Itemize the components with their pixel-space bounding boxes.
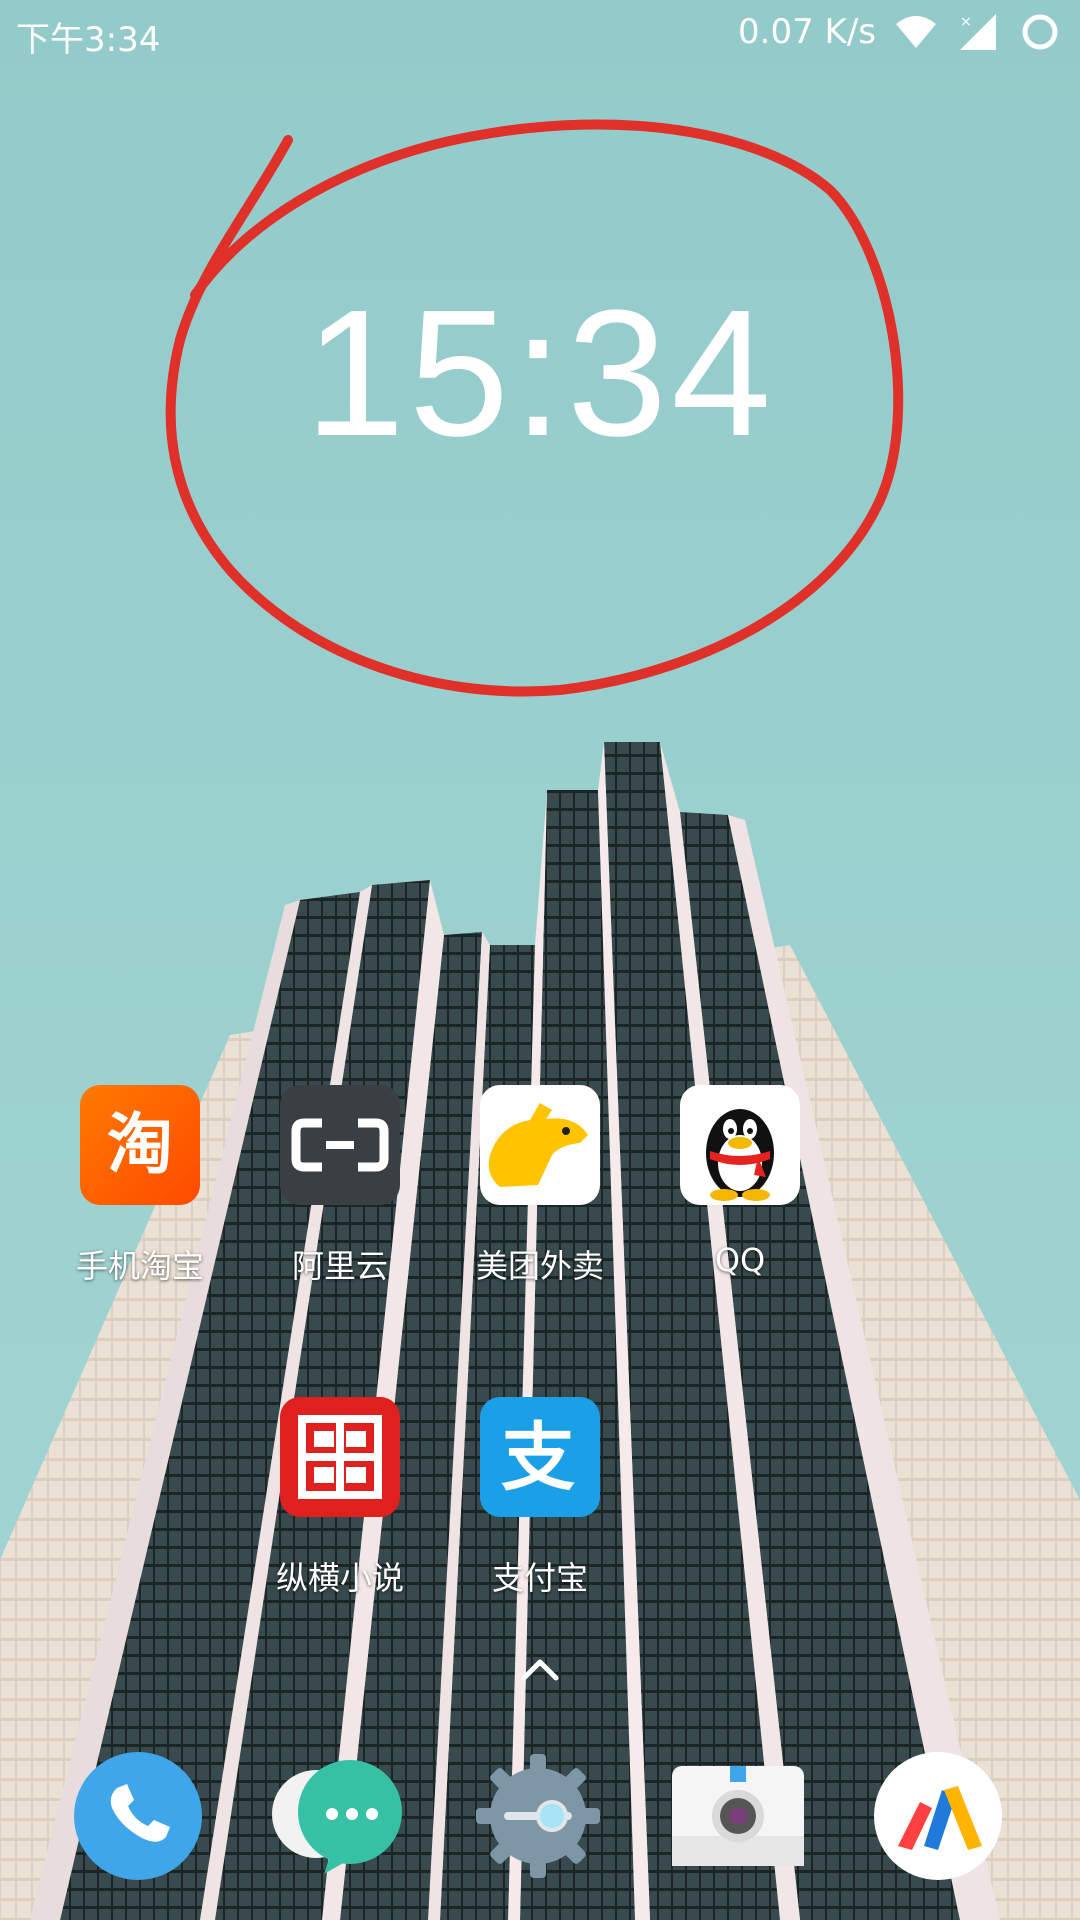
network-speed: 0.07 K/s <box>738 12 876 52</box>
svg-text:×: × <box>960 14 972 30</box>
app-label: 阿里云 <box>291 1247 388 1285</box>
app-label: 手机淘宝 <box>75 1247 204 1285</box>
zongheng-icon <box>280 1397 400 1517</box>
qq-penguin-icon <box>680 1085 800 1205</box>
app-label: 美团外卖 <box>475 1247 604 1285</box>
wifi-icon <box>896 16 936 48</box>
phone-icon[interactable] <box>72 1750 204 1882</box>
status-time: 下午3:34 <box>16 20 161 60</box>
messages-icon[interactable] <box>272 1750 404 1882</box>
app-alipay[interactable]: 支 支付宝 <box>440 1397 640 1599</box>
aliyun-icon <box>280 1085 400 1205</box>
app-label: 纵横小说 <box>275 1559 404 1597</box>
app-zongheng[interactable]: 纵横小说 <box>240 1397 440 1599</box>
alipay-icon: 支 <box>480 1397 600 1517</box>
svg-text:支: 支 <box>501 1415 575 1501</box>
app-taobao[interactable]: 淘 手机淘宝 <box>40 1085 240 1287</box>
chevron-up-icon[interactable] <box>510 1650 570 1690</box>
camera-icon[interactable] <box>672 1750 804 1882</box>
settings-icon[interactable] <box>472 1750 604 1882</box>
video-app-icon[interactable] <box>872 1750 1004 1882</box>
loading-ring-icon <box>1022 14 1058 50</box>
app-label: QQ <box>714 1241 766 1279</box>
app-meituan-waimai[interactable]: 美团外卖 <box>440 1085 640 1287</box>
svg-text:淘: 淘 <box>107 1106 173 1183</box>
meituan-waimai-icon <box>480 1085 600 1205</box>
taobao-icon: 淘 <box>80 1085 200 1205</box>
clock-widget[interactable]: 15:34 <box>0 270 1080 477</box>
app-aliyun[interactable]: 阿里云 <box>240 1085 440 1287</box>
app-label: 支付宝 <box>491 1559 588 1597</box>
signal-icon: × <box>960 14 996 50</box>
app-qq[interactable]: QQ <box>640 1085 840 1279</box>
status-bar: 下午3:34 0.07 K/s × <box>0 0 1080 64</box>
